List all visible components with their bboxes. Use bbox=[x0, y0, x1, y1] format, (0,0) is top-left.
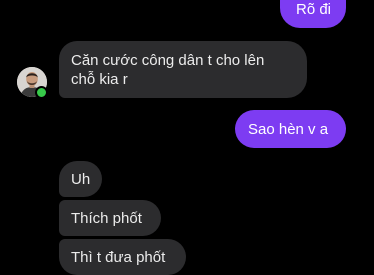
message-text-line: Căn cước công dân t cho lên bbox=[71, 52, 265, 69]
message-text: Thích phốt bbox=[71, 210, 142, 227]
online-status-dot bbox=[35, 86, 48, 99]
message-bubble-incoming[interactable]: Thích phốt bbox=[59, 200, 161, 236]
message-bubble-incoming[interactable]: Căn cước công dân t cho lên chỗ kia r bbox=[59, 41, 307, 98]
message-text-line: chỗ kia r bbox=[71, 71, 128, 88]
message-text: Sao hèn v a bbox=[248, 121, 329, 138]
message-bubble-incoming[interactable]: Thì t đưa phốt bbox=[59, 239, 186, 275]
message-text: Uh bbox=[71, 171, 91, 188]
message-bubble-outgoing[interactable]: Rõ đi bbox=[280, 0, 346, 28]
message-text: Rõ đi bbox=[296, 1, 332, 18]
message-bubble-incoming[interactable]: Uh bbox=[59, 161, 102, 197]
message-text: Thì t đưa phốt bbox=[71, 249, 166, 266]
message-bubble-outgoing[interactable]: Sao hèn v a bbox=[235, 110, 346, 148]
